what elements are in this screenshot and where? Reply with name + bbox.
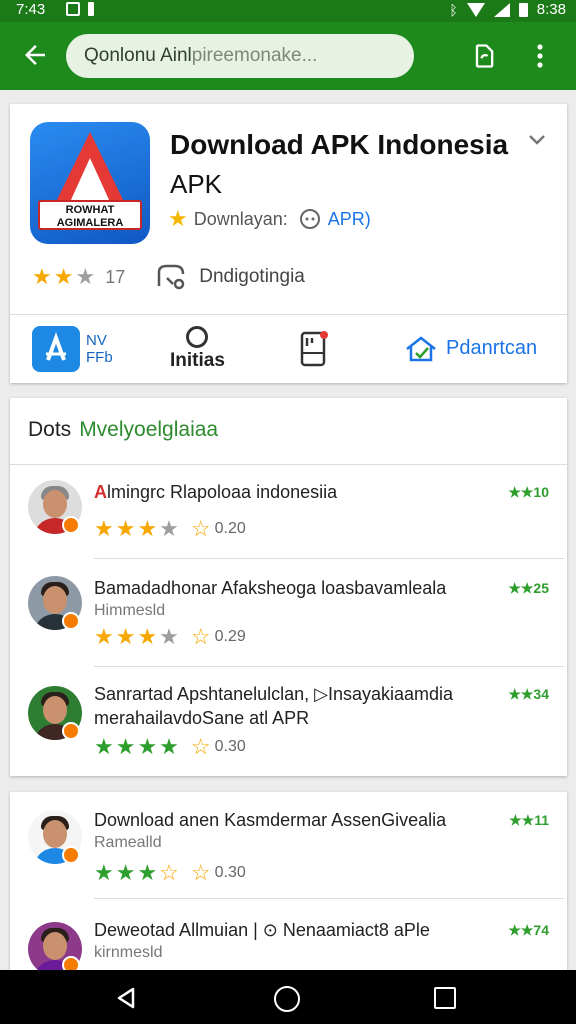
app-meta-row: ★ Downlayan: APR)	[168, 206, 371, 232]
star-icon: ★	[168, 206, 188, 231]
back-arrow-icon[interactable]	[20, 40, 50, 70]
review-badge: ★★25	[508, 580, 549, 596]
action-pdanrtcan[interactable]: Pdanrtcan	[404, 314, 537, 383]
wifi-icon	[466, 2, 485, 17]
review-subtitle: Ramealld	[94, 834, 162, 851]
review-item[interactable]: Sanrartad Apshtanelulclan, ▷Insayakiaamd…	[10, 666, 567, 776]
action-store-label-1: NV	[86, 331, 107, 349]
app-bar: Qonlonu Ainlpireemonake...	[0, 22, 576, 90]
apk-icon	[299, 209, 320, 229]
review-score: 0.29	[214, 628, 246, 645]
badge-icon	[62, 516, 80, 534]
nav-back-icon[interactable]	[114, 986, 138, 1010]
review-title: Download anen Kasmdermar AssenGivealia	[94, 810, 447, 830]
action-row: NV FFb Initias Pdanrtcan	[10, 314, 567, 383]
share-icon[interactable]	[470, 42, 498, 70]
reviews-header: Dots Mvelyoelglaiaa	[28, 418, 218, 442]
navigation-bar	[0, 970, 576, 1024]
badge-icon	[62, 612, 80, 630]
review-subtitle: kirnmesld	[94, 944, 163, 961]
app-detail-card: ROWHAT AGIMALERA Download APK Indonesia …	[10, 104, 567, 383]
battery-icon	[518, 2, 528, 17]
review-title: Sanrartad Apshtanelulclan, ▷Insayakiaamd…	[94, 684, 454, 704]
review-title-line2: merahailavdoSane atl APR	[94, 708, 310, 728]
search-text: Qonlonu Ainl	[84, 45, 192, 66]
review-stars: ★★★★ ☆ 0.20	[94, 516, 246, 541]
app-icon-label: ROWHAT AGIMALERA	[38, 200, 142, 230]
action-store[interactable]: NV FFb	[32, 314, 126, 383]
image-icon	[66, 2, 80, 16]
review-title: Almingrc Rlapoloaa indonesiia	[94, 482, 338, 502]
action-store-label-2: FFb	[86, 348, 113, 366]
clipboard-icon	[300, 330, 328, 366]
review-score: 0.20	[214, 520, 246, 537]
review-item[interactable]: Download anen Kasmdermar AssenGivealia R…	[10, 792, 567, 898]
review-stars: ★★★☆ ☆ 0.30	[94, 860, 246, 885]
reviews-title: Dots	[28, 418, 72, 441]
status-clock-right: 8:38	[536, 1, 566, 18]
action-initias-label: Initias	[170, 349, 225, 371]
reviews-card-2: Download anen Kasmdermar AssenGivealia R…	[10, 792, 567, 982]
review-score: 0.30	[214, 864, 246, 881]
action-pdanrtcan-label: Pdanrtcan	[446, 337, 538, 359]
meta-apk: APR)	[327, 208, 371, 229]
card-icon	[88, 2, 94, 16]
action-initias[interactable]: Initias	[170, 314, 225, 383]
review-title: Bamadadhonar Afaksheoga loasbavamleala	[94, 578, 447, 598]
circle-icon	[186, 325, 209, 348]
bluetooth-icon: ᛒ	[449, 1, 458, 18]
review-stars: ★★★★ ☆ 0.30	[94, 734, 246, 759]
star-outline-icon: ☆	[190, 516, 211, 541]
search-placeholder: pireemonake...	[191, 45, 318, 66]
review-title: Deweotad Allmuian | ⊙ Nenaamiact8 aPle	[94, 920, 430, 940]
review-badge: ★★34	[508, 686, 549, 702]
star-outline-icon: ☆	[190, 624, 211, 649]
review-score: 0.30	[214, 738, 246, 755]
review-badge: ★★11	[509, 812, 549, 828]
app-title-line2: APK	[170, 169, 223, 199]
reviews-subtitle[interactable]: Mvelyoelglaiaa	[79, 418, 218, 441]
signal-icon	[493, 2, 510, 17]
review-stars: ★★★★ ☆ 0.29	[94, 624, 246, 649]
star-outline-icon: ☆	[190, 860, 211, 885]
status-time: 7:43	[16, 1, 46, 18]
nav-recents-icon[interactable]	[434, 987, 456, 1009]
review-badge: ★★10	[508, 484, 549, 500]
reviews-card: Dots Mvelyoelglaiaa Almingrc Rlapoloaa in…	[10, 398, 567, 776]
app-title: Download APK Indonesia	[170, 129, 509, 160]
badge-icon	[62, 722, 80, 740]
star-outline-icon: ☆	[190, 734, 211, 759]
developer-icon	[157, 264, 185, 290]
search-input[interactable]: Qonlonu Ainlpireemonake...	[66, 34, 414, 78]
chevron-down-icon[interactable]	[528, 134, 546, 146]
house-check-icon	[406, 335, 436, 361]
status-bar: 7:43 ᛒ 8:38	[0, 0, 576, 22]
action-clipboard[interactable]	[298, 314, 332, 383]
more-vert-icon[interactable]	[530, 42, 550, 70]
badge-icon	[62, 846, 80, 864]
review-item[interactable]: Bamadadhonar Afaksheoga loasbavamleala H…	[10, 558, 567, 666]
review-badge: ★★74	[508, 922, 549, 938]
app-rating-row: ★★★ 17 Dndigotingia	[32, 262, 305, 292]
app-icon[interactable]: ROWHAT AGIMALERA	[30, 122, 150, 244]
rating-count: 17	[105, 266, 126, 287]
meta-label: Downlayan:	[193, 208, 288, 229]
developer-name[interactable]: Dndigotingia	[199, 266, 305, 288]
review-item[interactable]: Almingrc Rlapoloaa indonesiia ★★★★ ☆ 0.2…	[10, 464, 567, 558]
app-store-icon	[32, 325, 80, 372]
app-rating-stars: ★★★	[32, 264, 98, 289]
nav-home-icon[interactable]	[274, 986, 300, 1012]
review-subtitle: Himmesld	[94, 602, 166, 619]
